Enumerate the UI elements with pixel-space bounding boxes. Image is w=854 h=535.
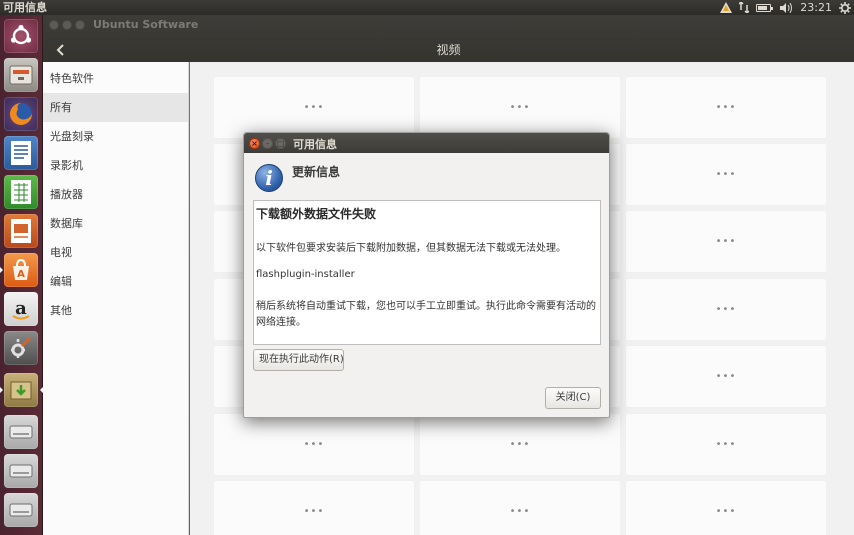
available-info-dialog: × – □ 可用信息 i 更新信息 下载额外数据文件失败 以下软件包要求安装后下… [243,132,610,418]
firefox-icon[interactable] [4,97,38,131]
message-box: 下载额外数据文件失败 以下软件包要求安装后下载附加数据，但其数据无法下载或无法处… [253,200,601,345]
close-icon[interactable] [49,20,59,30]
app-tile[interactable]: ••• [214,481,414,535]
system-settings-icon[interactable] [4,331,38,365]
dialog-titlebar: × – □ 可用信息 [244,133,609,153]
writer-icon[interactable] [4,136,38,170]
ubuntu-software-icon[interactable]: A [0,253,38,287]
category-sidebar: 特色软件 所有 光盘刻录 录影机 播放器 数据库 电视 编辑 其他 [43,62,189,535]
panel-app-title: 可用信息 [3,1,47,14]
battery-icon[interactable] [756,3,774,12]
app-tile[interactable]: ••• [626,414,826,475]
app-tile[interactable]: ••• [626,77,826,138]
close-icon[interactable]: × [249,138,260,149]
software-titlebar: Ubuntu Software 视频 [43,15,854,62]
sidebar-item-category[interactable]: 光盘刻录 [43,122,188,151]
sidebar-item-category[interactable]: 播放器 [43,180,188,209]
app-tile[interactable]: ••• [420,77,620,138]
minimize-icon[interactable] [62,20,72,30]
run-action-button[interactable]: 现在执行此动作(R) [253,349,344,371]
svg-text:a: a [15,298,27,319]
app-tile[interactable]: ••• [626,346,826,407]
app-tile[interactable]: ••• [626,279,826,340]
app-tile[interactable]: ••• [626,144,826,205]
sidebar-item-category[interactable]: 录影机 [43,151,188,180]
message-text: 稍后系统将自动重试下载，您也可以手工立即重试。执行此命令需要有活动的网络连接。 [256,301,596,328]
app-tile[interactable]: ••• [420,414,620,475]
close-button[interactable]: 关闭(C) [545,387,601,409]
info-icon: i [255,164,283,192]
app-tile[interactable]: ••• [626,211,826,272]
amazon-icon[interactable]: a [4,292,38,326]
page-title: 视频 [436,43,461,57]
minimize-icon[interactable]: – [262,138,273,149]
drive-icon[interactable] [4,415,38,449]
dialog-title: 可用信息 [293,138,337,151]
ubuntu-dash-icon[interactable] [4,19,38,53]
launcher: A a [0,15,43,535]
dialog-heading: 更新信息 [292,165,341,179]
sidebar-item-category[interactable]: 编辑 [43,267,188,296]
sidebar-item-category[interactable]: 所有 [43,93,188,122]
panel-indicators: 23:21 [720,0,851,15]
sidebar-item-category[interactable]: 特色软件 [43,64,188,93]
software-updater-icon[interactable] [0,373,43,407]
calc-icon[interactable] [4,175,38,209]
volume-icon[interactable] [780,2,793,13]
software-app-name: Ubuntu Software [93,18,199,31]
top-panel: 可用信息 23:21 [0,0,854,15]
maximize-icon[interactable] [75,20,85,30]
svg-text:A: A [17,269,25,280]
window-controls [49,20,85,30]
files-icon[interactable] [4,58,38,92]
network-icon[interactable] [739,2,750,13]
gear-icon[interactable] [839,1,851,14]
clock[interactable]: 23:21 [800,0,832,15]
app-tile[interactable]: ••• [214,77,414,138]
sidebar-item-category[interactable]: 数据库 [43,209,188,238]
updates-icon[interactable] [720,2,733,13]
impress-icon[interactable] [4,214,38,248]
app-tile[interactable]: ••• [420,481,620,535]
drive-icon[interactable] [4,493,38,527]
app-tile[interactable]: ••• [626,481,826,535]
drive-icon[interactable] [4,454,38,488]
app-tile[interactable]: ••• [214,414,414,475]
sidebar-item-category[interactable]: 电视 [43,238,188,267]
package-name: flashplugin-installer [256,269,355,280]
sidebar-item-category[interactable]: 其他 [43,296,188,325]
message-text: 以下软件包要求安装后下载附加数据，但其数据无法下载或无法处理。 [256,243,566,254]
message-headline: 下载额外数据文件失败 [256,207,377,221]
maximize-icon[interactable]: □ [275,138,286,149]
